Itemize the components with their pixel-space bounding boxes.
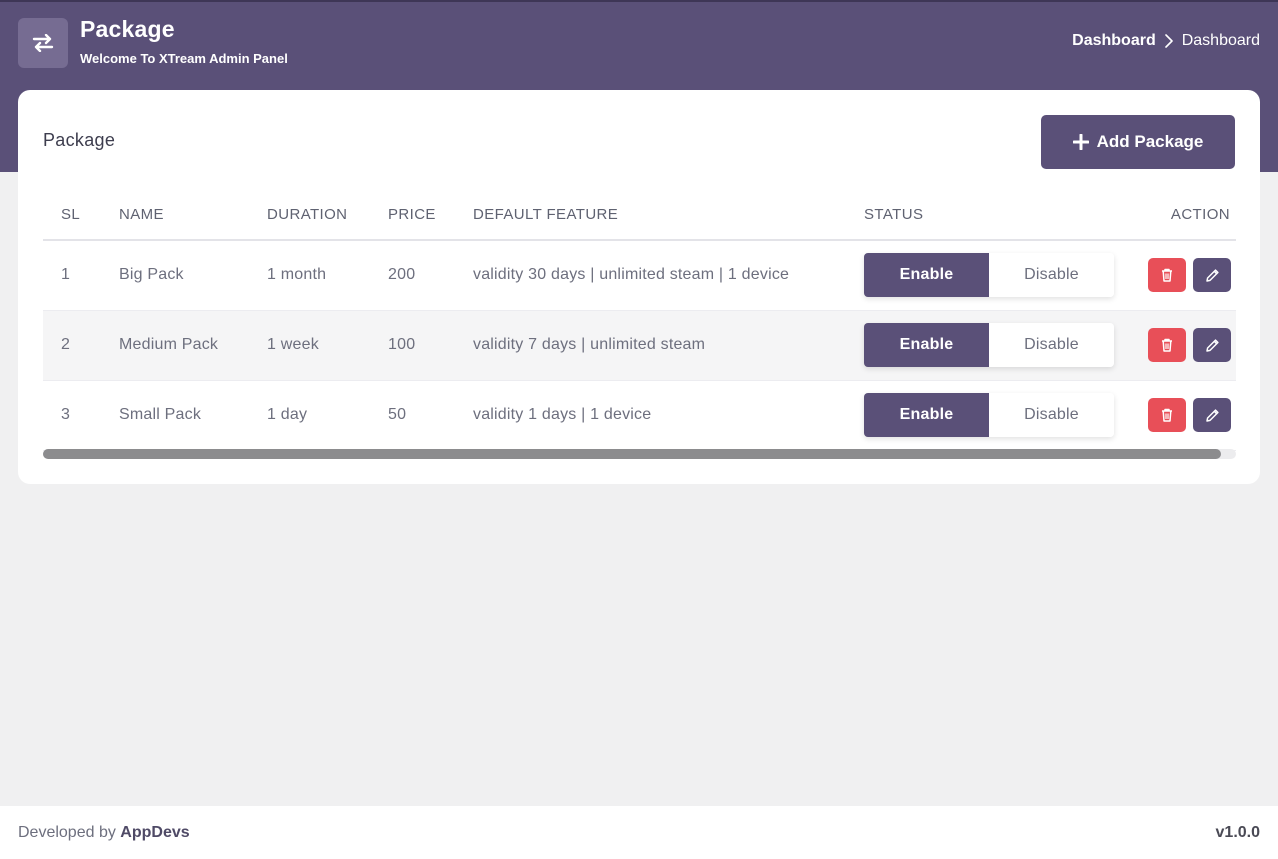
column-header-duration: DURATION	[249, 190, 370, 241]
edit-button[interactable]	[1193, 258, 1231, 293]
cell-feature: validity 30 days | unlimited steam | 1 d…	[455, 240, 846, 311]
enable-button[interactable]: Enable	[864, 393, 989, 437]
breadcrumb-current: Dashboard	[1181, 32, 1260, 49]
cell-sl: 1	[43, 240, 101, 311]
cell-action	[1116, 240, 1236, 311]
cell-status: Enable Disable	[846, 380, 1116, 451]
delete-button[interactable]	[1148, 328, 1187, 362]
cell-price: 100	[370, 310, 455, 381]
cell-action	[1116, 380, 1236, 451]
status-toggle: Enable Disable	[864, 393, 1114, 437]
cell-feature: validity 1 days | 1 device	[455, 380, 846, 451]
table-row: 2 Medium Pack 1 week 100 validity 7 days…	[43, 310, 1236, 381]
delete-button[interactable]	[1148, 398, 1187, 432]
cell-name: Medium Pack	[101, 310, 249, 381]
add-package-label: Add Package	[1096, 132, 1204, 151]
table-row: 1 Big Pack 1 month 200 validity 30 days …	[43, 240, 1236, 311]
disable-button[interactable]: Disable	[989, 393, 1114, 437]
scrollbar-thumb[interactable]	[43, 449, 1221, 459]
breadcrumb-dashboard-link[interactable]: Dashboard	[1072, 32, 1156, 50]
cell-action	[1116, 310, 1236, 381]
table-row: 3 Small Pack 1 day 50 validity 1 days | …	[43, 380, 1236, 451]
package-card: Package Add Package SL NAME DURATION PRI…	[18, 90, 1260, 484]
cell-name: Small Pack	[101, 380, 249, 451]
column-header-feature: DEFAULT FEATURE	[455, 190, 846, 241]
breadcrumb: Dashboard Dashboard	[1072, 32, 1260, 50]
cell-duration: 1 day	[249, 380, 370, 451]
cell-sl: 2	[43, 310, 101, 381]
cell-price: 200	[370, 240, 455, 311]
menu-toggle-button[interactable]	[18, 18, 68, 68]
swap-arrows-icon	[32, 34, 54, 52]
edit-button[interactable]	[1193, 328, 1231, 362]
delete-button[interactable]	[1148, 258, 1187, 293]
edit-button[interactable]	[1193, 398, 1231, 432]
chevron-right-icon	[1164, 34, 1173, 48]
cell-sl: 3	[43, 380, 101, 451]
package-table: SL NAME DURATION PRICE DEFAULT FEATURE S…	[43, 190, 1236, 451]
cell-duration: 1 week	[249, 310, 370, 381]
cell-price: 50	[370, 380, 455, 451]
cell-feature: validity 7 days | unlimited steam	[455, 310, 846, 381]
column-header-action: ACTION	[1116, 190, 1236, 241]
column-header-sl: SL	[43, 190, 101, 241]
horizontal-scrollbar[interactable]	[43, 449, 1236, 459]
footer-credit: Developed by AppDevs	[18, 824, 190, 842]
footer-developed-by: Developed by	[18, 823, 116, 841]
pencil-icon	[1205, 269, 1219, 282]
card-title: Package	[43, 130, 116, 150]
status-toggle: Enable Disable	[864, 323, 1114, 367]
enable-button[interactable]: Enable	[864, 253, 989, 298]
column-header-status: STATUS	[846, 190, 1116, 241]
disable-button[interactable]: Disable	[989, 253, 1114, 298]
version-label: v1.0.0	[1215, 823, 1260, 841]
pencil-icon	[1205, 338, 1219, 352]
column-header-name: NAME	[101, 190, 249, 241]
cell-name: Big Pack	[101, 240, 249, 311]
trash-icon	[1162, 338, 1173, 352]
package-table-wrapper: SL NAME DURATION PRICE DEFAULT FEATURE S…	[43, 190, 1236, 460]
cell-status: Enable Disable	[846, 240, 1116, 311]
footer: Developed by AppDevs v1.0.0	[0, 806, 1278, 859]
page-subtitle: Welcome To XTream Admin Panel	[80, 51, 288, 66]
trash-icon	[1162, 269, 1173, 282]
page-title: Package	[80, 16, 175, 42]
column-header-price: PRICE	[370, 190, 455, 241]
disable-button[interactable]: Disable	[989, 323, 1114, 367]
cell-status: Enable Disable	[846, 310, 1116, 381]
footer-brand-link[interactable]: AppDevs	[120, 824, 189, 841]
cell-duration: 1 month	[249, 240, 370, 311]
plus-icon	[1072, 134, 1089, 150]
enable-button[interactable]: Enable	[864, 323, 989, 367]
table-header-row: SL NAME DURATION PRICE DEFAULT FEATURE S…	[43, 190, 1236, 241]
trash-icon	[1162, 408, 1173, 422]
pencil-icon	[1205, 408, 1219, 422]
add-package-button[interactable]: Add Package	[1041, 115, 1235, 169]
status-toggle: Enable Disable	[864, 253, 1114, 298]
